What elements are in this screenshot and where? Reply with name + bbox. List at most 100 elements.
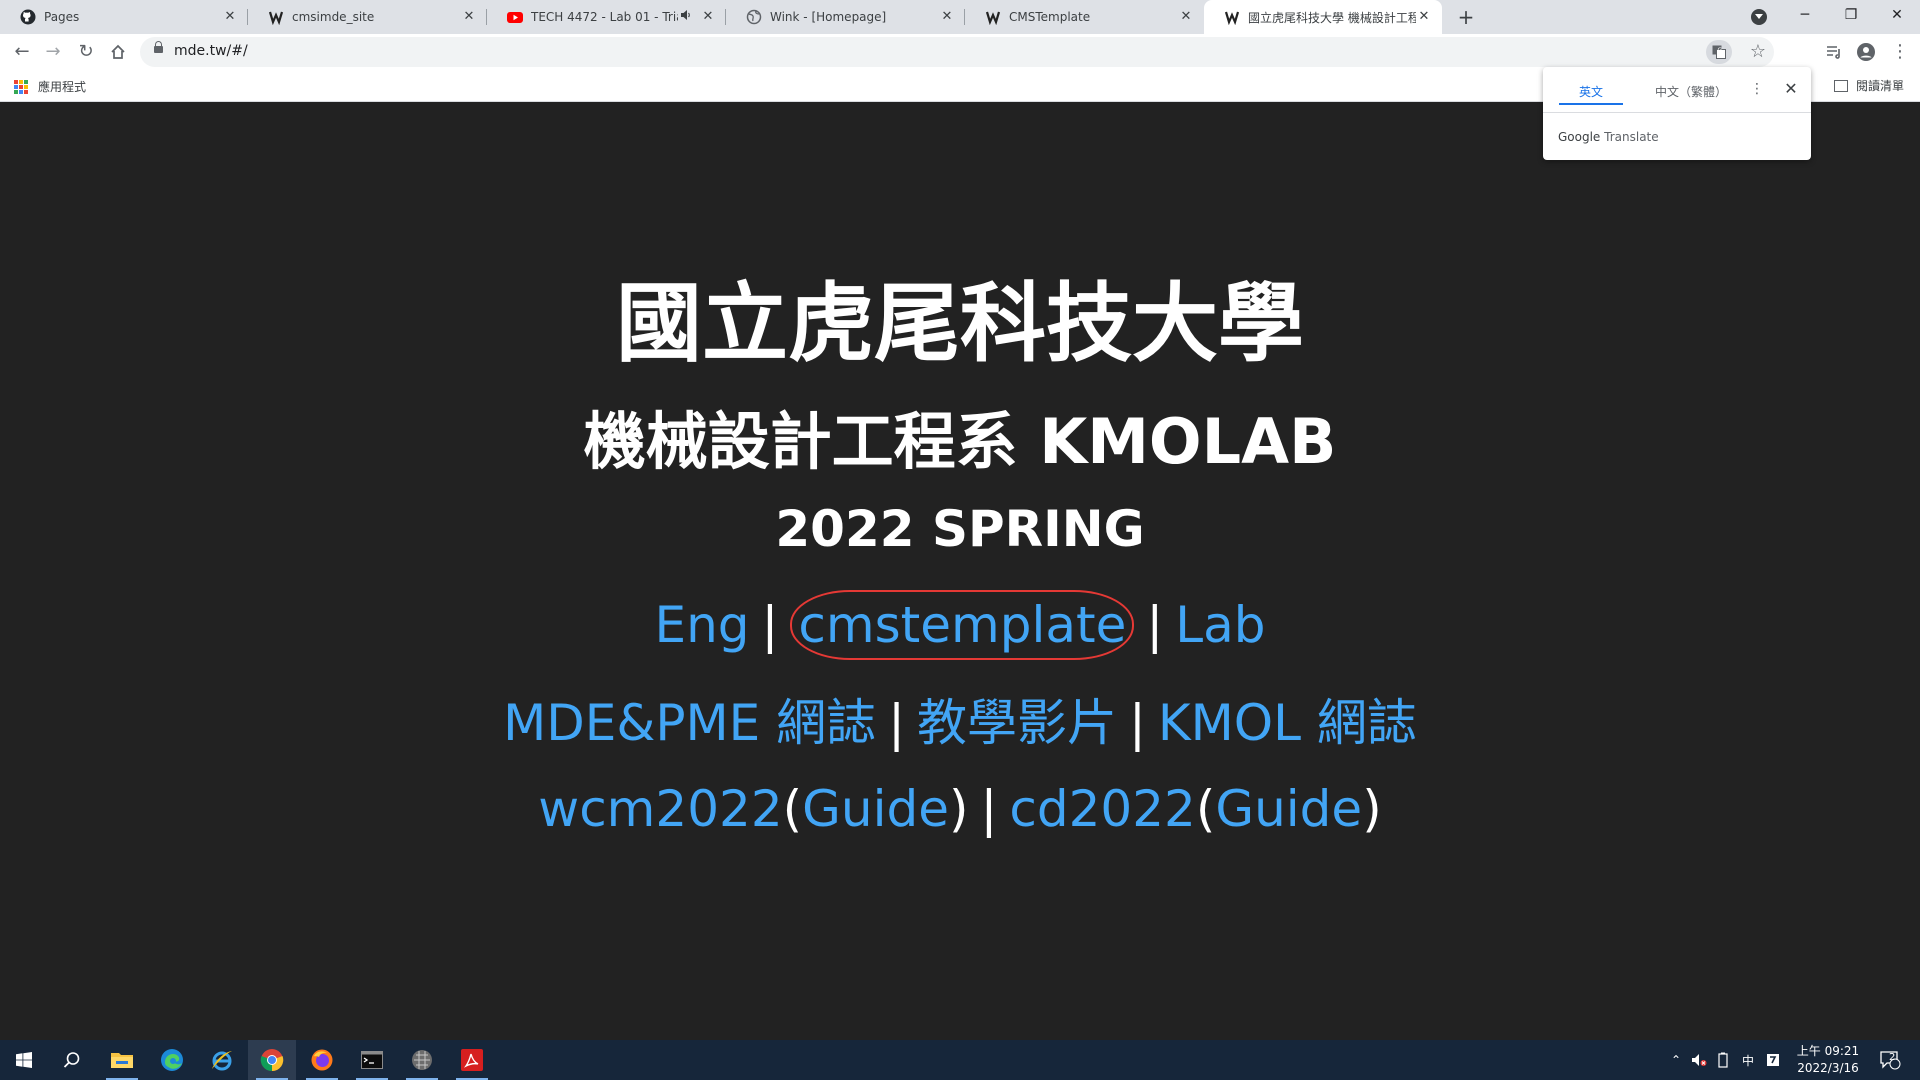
close-tab-icon[interactable]: ✕	[939, 9, 955, 25]
notification-center-icon[interactable]: 2	[1872, 1040, 1908, 1080]
home-icon[interactable]	[104, 38, 132, 66]
cmstemplate-link[interactable]: cmstemplate	[790, 590, 1135, 660]
translate-target-tab[interactable]: 中文（繁體）	[1635, 83, 1747, 105]
tab-title: CMSTemplate	[1009, 10, 1091, 24]
globe-icon	[746, 9, 762, 25]
tab-title: Pages	[44, 10, 80, 24]
address-bar[interactable]: mde.tw/#/ G ☆	[140, 37, 1774, 67]
semester-title: 2022 SPRING	[775, 500, 1145, 558]
apps-grid-icon	[14, 79, 28, 94]
paren-close: )	[1362, 780, 1382, 838]
translate-close-icon[interactable]: ✕	[1783, 79, 1799, 98]
volume-muted-icon[interactable]	[1688, 1040, 1710, 1080]
speaker-icon[interactable]	[678, 9, 694, 25]
eng-link[interactable]: Eng	[655, 596, 750, 654]
close-tab-icon[interactable]: ✕	[461, 9, 477, 25]
search-icon[interactable]	[48, 1040, 96, 1080]
tab-nfu-active[interactable]: 國立虎尾科技大學 機械設計工程 ✕	[1204, 0, 1442, 34]
new-tab-button[interactable]: +	[1454, 5, 1478, 29]
translate-source-tab[interactable]: 英文	[1559, 83, 1623, 105]
ime-mode-icon[interactable]	[1762, 1040, 1784, 1080]
browser-toolbar: ← → ↻ mde.tw/#/ G ☆ ⋮	[0, 34, 1920, 70]
acrobat-icon[interactable]	[448, 1040, 496, 1080]
google-translate-brand: Google Translate	[1558, 130, 1659, 144]
university-title: 國立虎尾科技大學	[616, 274, 1304, 374]
media-control-icon[interactable]	[1820, 38, 1848, 66]
brand-google: Google	[1558, 130, 1601, 144]
windows-taskbar: ⌃ 中 上午 09:21 2022/3/16 2	[0, 1040, 1920, 1080]
lab-link[interactable]: Lab	[1175, 596, 1265, 654]
tab-search-icon[interactable]	[1751, 9, 1767, 25]
separator: |	[1146, 596, 1164, 654]
page-content: 國立虎尾科技大學 機械設計工程系 KMOLAB 2022 SPRING Eng |…	[0, 103, 1920, 1039]
wcm2022-link[interactable]: wcm2022	[538, 780, 782, 838]
kmol-icon	[985, 9, 1001, 25]
svg-text:G: G	[1718, 47, 1723, 54]
menu-kebab-icon[interactable]: ⋮	[1886, 38, 1914, 66]
close-tab-icon[interactable]: ✕	[700, 9, 716, 25]
lock-icon	[154, 41, 163, 53]
tab-title: cmsimde_site	[292, 10, 375, 24]
edge-icon[interactable]	[148, 1040, 196, 1080]
close-tab-icon[interactable]: ✕	[1416, 9, 1432, 25]
taskbar-clock[interactable]: 上午 09:21 2022/3/16	[1788, 1043, 1868, 1077]
back-arrow-icon[interactable]: ←	[8, 38, 36, 66]
teaching-videos-link[interactable]: 教學影片	[917, 694, 1117, 752]
cd2022-link[interactable]: cd2022	[1009, 780, 1195, 838]
translate-popup: 英文 中文（繁體） ⋮ ✕ Google Translate	[1543, 67, 1811, 160]
wink-icon[interactable]	[398, 1040, 446, 1080]
internet-explorer-icon[interactable]	[198, 1040, 246, 1080]
apps-shortcut[interactable]: 應用程式	[14, 78, 86, 95]
translate-options-icon[interactable]: ⋮	[1749, 81, 1765, 97]
file-explorer-icon[interactable]	[98, 1040, 146, 1080]
bookmark-star-icon[interactable]: ☆	[1750, 40, 1766, 64]
translate-icon[interactable]: G	[1706, 40, 1732, 64]
profile-avatar-icon[interactable]	[1852, 38, 1880, 66]
forward-arrow-icon[interactable]: →	[39, 38, 67, 66]
close-tab-icon[interactable]: ✕	[1178, 9, 1194, 25]
windows-start-icon[interactable]	[0, 1040, 48, 1080]
battery-icon[interactable]	[1712, 1040, 1734, 1080]
cd2022-guide-link[interactable]: Guide	[1215, 780, 1362, 838]
paren-open: (	[1195, 780, 1216, 838]
tab-cmstemplate[interactable]: CMSTemplate ✕	[965, 0, 1204, 34]
links-row-1: Eng | cmstemplate | Lab	[0, 590, 1920, 660]
tab-wink[interactable]: Wink - [Homepage] ✕	[726, 0, 965, 34]
chrome-icon[interactable]	[248, 1040, 296, 1080]
separator: |	[980, 780, 998, 838]
tab-cmsimde-site[interactable]: cmsimde_site ✕	[248, 0, 487, 34]
apps-label: 應用程式	[38, 80, 87, 94]
terminal-icon[interactable]	[348, 1040, 396, 1080]
brand-translate: Translate	[1604, 130, 1659, 144]
separator: |	[761, 596, 779, 654]
reading-list-button[interactable]: 閱讀清單	[1834, 77, 1904, 94]
url-text: mde.tw/#/	[174, 43, 248, 59]
kmol-icon	[268, 9, 284, 25]
tab-youtube-lab[interactable]: TECH 4472 - Lab 01 - Triang ✕	[487, 0, 726, 34]
github-icon	[20, 9, 36, 25]
clock-date: 2022/3/16	[1797, 1061, 1859, 1075]
close-window-button[interactable]: ✕	[1874, 0, 1920, 30]
firefox-icon[interactable]	[298, 1040, 346, 1080]
tray-overflow-icon[interactable]: ⌃	[1666, 1040, 1686, 1080]
separator: |	[1128, 694, 1146, 752]
separator: |	[888, 694, 905, 752]
close-tab-icon[interactable]: ✕	[222, 9, 238, 25]
tab-pages[interactable]: Pages ✕	[0, 0, 248, 34]
clock-time: 上午 09:21	[1796, 1044, 1860, 1058]
reload-icon[interactable]: ↻	[72, 38, 100, 66]
kmol-blog-link[interactable]: KMOL 網誌	[1158, 694, 1417, 752]
divider	[1543, 112, 1811, 113]
tab-title: 國立虎尾科技大學 機械設計工程	[1248, 10, 1416, 25]
tab-title: TECH 4472 - Lab 01 - Triang	[531, 10, 678, 24]
ime-indicator[interactable]: 中	[1736, 1040, 1760, 1080]
restore-button[interactable]: ❐	[1828, 0, 1874, 30]
links-row-2: MDE&PME 網誌 | 教學影片 | KMOL 網誌	[0, 683, 1920, 755]
tab-strip: Pages ✕ cmsimde_site ✕ TECH 4472 - Lab 0…	[0, 0, 1920, 34]
wcm2022-guide-link[interactable]: Guide	[802, 780, 949, 838]
paren-open: (	[782, 780, 803, 838]
mde-pme-blog-link[interactable]: MDE&PME 網誌	[503, 694, 876, 752]
department-title: 機械設計工程系 KMOLAB	[583, 405, 1337, 478]
minimize-button[interactable]: ─	[1782, 0, 1828, 30]
paren-close: )	[948, 780, 969, 838]
